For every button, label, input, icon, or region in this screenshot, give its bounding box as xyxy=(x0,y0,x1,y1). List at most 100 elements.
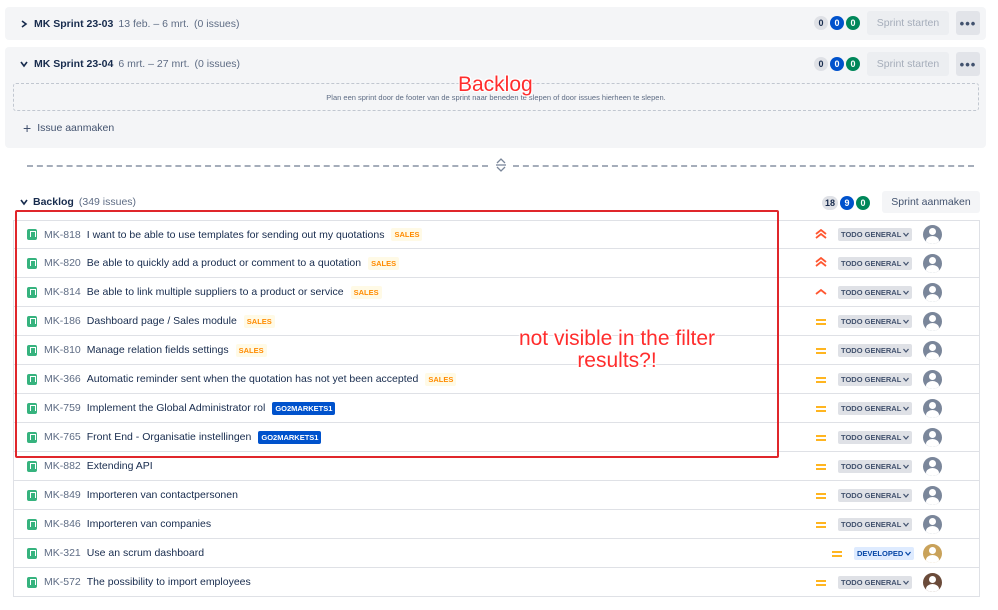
issue-summary: Use an scrum dashboard xyxy=(86,547,205,559)
drag-handle-icon[interactable] xyxy=(495,158,507,175)
epic-label[interactable]: SALES xyxy=(350,285,382,299)
status-label: TODO GENERAL xyxy=(841,577,902,587)
issue-row[interactable]: MK-759 Implement the Global Administrator… xyxy=(13,394,980,423)
chevron-down-icon xyxy=(903,346,910,355)
sprint-dates: 13 feb. – 6 mrt. xyxy=(118,17,189,30)
issue-summary: Be able to link multiple suppliers to a … xyxy=(86,286,344,298)
status-dropdown[interactable]: TODO GENERAL xyxy=(838,343,913,357)
status-dropdown[interactable]: DEVELOPED xyxy=(854,546,915,560)
create-sprint-button[interactable]: Sprint aanmaken xyxy=(882,191,980,213)
priority-high-icon xyxy=(814,286,828,298)
status-label: TODO GENERAL xyxy=(841,490,902,500)
issue-row[interactable]: MK-820 Be able to quickly add a product o… xyxy=(13,249,980,278)
avatar[interactable] xyxy=(923,311,942,331)
sprint-name[interactable]: MK Sprint 23-03 xyxy=(34,18,113,30)
sprint-name[interactable]: MK Sprint 23-04 xyxy=(34,58,113,70)
chevron-down-icon xyxy=(905,549,912,558)
avatar[interactable] xyxy=(923,225,942,244)
epic-label[interactable]: SALES xyxy=(391,228,423,241)
epic-label[interactable]: SALES xyxy=(368,256,400,270)
status-dropdown[interactable]: TODO GENERAL xyxy=(838,575,913,589)
issue-summary: Importeren van contactpersonen xyxy=(86,489,238,501)
issue-summary: Implement the Global Administrator rol xyxy=(86,402,266,414)
avatar[interactable] xyxy=(923,398,942,418)
issue-key[interactable]: MK-810 xyxy=(44,344,81,356)
chevron-right-icon[interactable] xyxy=(18,19,30,28)
issue-row[interactable]: MK-810 Manage relation fields settings SAL… xyxy=(13,336,980,365)
issue-row[interactable]: MK-186 Dashboard page / Sales module SALES… xyxy=(13,307,980,336)
issue-row[interactable]: MK-572 The possibility to import employee… xyxy=(13,568,980,597)
epic-label[interactable]: GO2MARKETS1 xyxy=(258,430,322,444)
epic-label[interactable]: SALES xyxy=(425,372,457,386)
sprint-footer-divider-right[interactable] xyxy=(513,165,974,167)
issue-key[interactable]: MK-820 xyxy=(44,257,81,269)
issue-key[interactable]: MK-846 xyxy=(44,518,81,530)
issue-key[interactable]: MK-882 xyxy=(44,460,81,472)
status-dropdown[interactable]: TODO GENERAL xyxy=(838,488,913,502)
issue-row[interactable]: MK-765 Front End - Organisatie instelling… xyxy=(13,423,980,452)
priority-highest-icon xyxy=(814,228,828,241)
epic-label[interactable]: SALES xyxy=(243,314,275,328)
issue-row[interactable]: MK-849 Importeren van contactpersonen TODO… xyxy=(13,481,980,510)
status-dropdown[interactable]: TODO GENERAL xyxy=(838,459,913,473)
priority-highest-icon xyxy=(814,256,828,269)
avatar[interactable] xyxy=(923,340,942,360)
status-dropdown[interactable]: TODO GENERAL xyxy=(838,285,913,299)
status-label: DEVELOPED xyxy=(857,548,904,558)
issue-key[interactable]: MK-765 xyxy=(44,431,81,443)
issue-row[interactable]: MK-321 Use an scrum dashboard DEVELOPED xyxy=(13,539,980,568)
avatar[interactable] xyxy=(923,253,942,273)
chevron-down-icon[interactable] xyxy=(18,60,30,68)
status-dropdown[interactable]: TODO GENERAL xyxy=(838,517,913,531)
sprint-status-counts: 0 0 0 xyxy=(814,16,860,30)
priority-medium-icon xyxy=(814,402,828,415)
status-dropdown[interactable]: TODO GENERAL xyxy=(838,372,913,386)
more-icon[interactable]: ••• xyxy=(956,52,980,76)
count-done: 0 xyxy=(846,57,860,71)
status-label: TODO GENERAL xyxy=(841,287,902,297)
avatar[interactable] xyxy=(923,514,942,534)
status-dropdown[interactable]: TODO GENERAL xyxy=(838,314,913,328)
sprint-footer-divider-left[interactable] xyxy=(27,165,488,167)
issue-key[interactable]: MK-814 xyxy=(44,286,81,298)
issue-key[interactable]: MK-572 xyxy=(44,576,81,588)
avatar[interactable] xyxy=(923,456,942,476)
issue-key[interactable]: MK-321 xyxy=(44,547,81,559)
issue-row[interactable]: MK-818 I want to be able to use templates… xyxy=(13,220,980,249)
status-dropdown[interactable]: TODO GENERAL xyxy=(838,256,913,270)
start-sprint-button[interactable]: Sprint starten xyxy=(867,52,949,76)
status-dropdown[interactable]: TODO GENERAL xyxy=(838,430,913,444)
avatar[interactable] xyxy=(923,572,942,592)
more-icon[interactable]: ••• xyxy=(956,11,980,35)
chevron-down-icon xyxy=(903,462,910,471)
epic-label[interactable]: GO2MARKETS1 xyxy=(272,401,336,415)
chevron-down-icon xyxy=(903,578,910,587)
story-icon xyxy=(27,576,37,588)
start-sprint-button[interactable]: Sprint starten xyxy=(867,11,949,35)
issue-key[interactable]: MK-818 xyxy=(44,229,81,241)
avatar[interactable] xyxy=(923,427,942,447)
issue-key[interactable]: MK-849 xyxy=(44,489,81,501)
story-icon xyxy=(27,373,37,385)
status-dropdown[interactable]: TODO GENERAL xyxy=(838,401,913,415)
issue-row[interactable]: MK-366 Automatic reminder sent when the q… xyxy=(13,365,980,394)
chevron-down-icon xyxy=(903,404,910,413)
issue-key[interactable]: MK-759 xyxy=(44,402,81,414)
issue-row[interactable]: MK-814 Be able to link multiple suppliers… xyxy=(13,278,980,307)
issue-summary: Front End - Organisatie instellingen xyxy=(86,431,252,443)
issue-key[interactable]: MK-186 xyxy=(44,315,81,327)
avatar[interactable] xyxy=(923,369,942,389)
issue-row[interactable]: MK-882 Extending API TODO GENERAL xyxy=(13,452,980,481)
avatar[interactable] xyxy=(923,282,942,302)
issue-key[interactable]: MK-366 xyxy=(44,373,81,385)
avatar[interactable] xyxy=(923,543,942,563)
issue-row[interactable]: MK-846 Importeren van companies TODO GENER… xyxy=(13,510,980,539)
priority-medium-icon xyxy=(814,431,828,444)
issue-summary: I want to be able to use templates for s… xyxy=(86,228,385,241)
epic-label[interactable]: SALES xyxy=(235,343,267,357)
create-issue-button[interactable]: + Issue aanmaken xyxy=(23,121,114,135)
chevron-down-icon[interactable] xyxy=(18,198,30,206)
sprint-dates: 6 mrt. – 27 mrt. xyxy=(118,57,190,70)
status-dropdown[interactable]: TODO GENERAL xyxy=(838,228,913,241)
avatar[interactable] xyxy=(923,485,942,505)
